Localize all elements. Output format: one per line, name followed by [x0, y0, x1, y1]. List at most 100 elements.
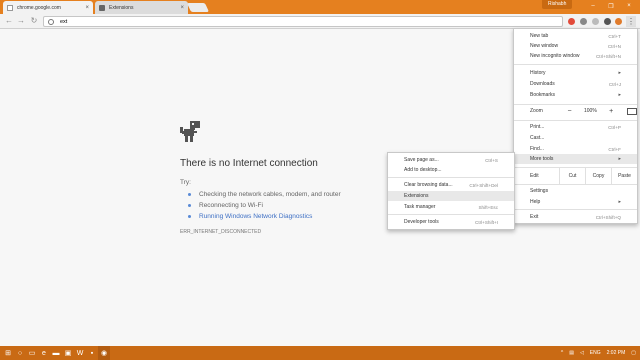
maximize-icon[interactable]: ❐ — [602, 0, 620, 12]
shortcut: Ctrl+Shift+Del — [469, 182, 498, 188]
store-icon[interactable]: ▣ — [62, 346, 74, 360]
menu-item-find[interactable]: Find... Ctrl+F — [514, 144, 637, 154]
extension-icon-orange[interactable] — [615, 18, 622, 25]
zoom-out-button[interactable]: − — [562, 108, 578, 115]
chrome-icon[interactable]: ◉ — [98, 346, 110, 360]
menu-item-downloads[interactable]: Downloads Ctrl+J — [514, 79, 637, 89]
edge-icon[interactable]: e — [38, 346, 50, 360]
close-icon[interactable]: × — [180, 5, 184, 11]
reload-icon[interactable]: ↻ — [29, 16, 39, 26]
menu-item-clear-browsing[interactable]: Clear browsing data... Ctrl+Shift+Del — [388, 180, 514, 190]
chevron-up-icon[interactable]: ^ — [561, 350, 563, 356]
menu-item-save-page[interactable]: Save page as... Ctrl+S — [388, 155, 514, 165]
network-icon[interactable]: ▤ — [569, 350, 574, 356]
network-diagnostics-link[interactable]: Running Windows Network Diagnostics — [199, 213, 312, 220]
menu-item-extensions[interactable]: Extensions — [388, 191, 514, 201]
menu-label: Bookmarks — [530, 92, 556, 98]
chevron-right-icon: ▸ — [618, 70, 621, 76]
search-icon — [48, 18, 54, 25]
menu-label: Developer tools — [404, 219, 439, 225]
divider — [514, 209, 637, 210]
more-tools-submenu: Save page as... Ctrl+S Add to desktop... … — [387, 152, 515, 230]
shortcut: Shift+Esc — [478, 204, 498, 210]
try-label: Try: — [180, 179, 191, 186]
zoom-row: Zoom − 100% + — [514, 104, 638, 118]
search-icon[interactable]: ○ — [14, 346, 26, 360]
list-item: Checking the network cables, modem, and … — [188, 189, 341, 200]
minimize-icon[interactable]: – — [584, 0, 602, 12]
shortcut: Ctrl+J — [608, 81, 621, 87]
dinosaur-icon — [180, 121, 200, 142]
menu-label: New window — [530, 43, 559, 49]
fullscreen-icon[interactable] — [627, 107, 638, 115]
divider — [514, 64, 637, 65]
menu-item-new-tab[interactable]: New tab Ctrl+T — [514, 31, 637, 41]
bullet-icon — [188, 215, 191, 218]
menu-item-new-window[interactable]: New window Ctrl+N — [514, 41, 637, 51]
menu-item-task-manager[interactable]: Task manager Shift+Esc — [388, 202, 514, 212]
menu-label: Settings — [530, 188, 549, 194]
tab-title: Extensions — [109, 4, 134, 11]
address-input[interactable] — [60, 18, 540, 25]
menu-item-history[interactable]: History ▸ — [514, 68, 637, 78]
windows-start-icon[interactable]: ⊞ — [2, 346, 14, 360]
shortcut: Ctrl+F — [608, 146, 621, 152]
app-icon[interactable]: ▪ — [86, 346, 98, 360]
language-indicator[interactable]: ENG — [590, 350, 601, 356]
notifications-icon[interactable]: ▢ — [631, 350, 636, 356]
extension-icon-red[interactable] — [568, 18, 575, 25]
tab-chrome-google[interactable]: chrome.google.com × — [3, 1, 93, 14]
divider — [388, 177, 514, 178]
copy-button[interactable]: Copy — [585, 168, 611, 184]
file-explorer-icon[interactable]: ▬ — [50, 346, 62, 360]
menu-label: More tools — [530, 156, 554, 162]
paste-button[interactable]: Paste — [611, 168, 637, 184]
zoom-in-button[interactable]: + — [603, 108, 619, 115]
menu-item-add-desktop[interactable]: Add to desktop... — [388, 165, 514, 175]
forward-icon[interactable]: → — [16, 16, 26, 26]
menu-item-print[interactable]: Print... Ctrl+P — [514, 122, 637, 132]
close-icon[interactable]: × — [85, 5, 89, 11]
page-icon — [7, 4, 13, 11]
extension-icon-dark[interactable] — [604, 18, 611, 25]
suggestion-list: Checking the network cables, modem, and … — [188, 189, 341, 222]
cut-button[interactable]: Cut — [559, 168, 585, 184]
tab-extensions[interactable]: Extensions × — [95, 1, 188, 14]
omnibox[interactable] — [43, 16, 563, 27]
new-tab-button[interactable] — [186, 3, 210, 12]
menu-item-settings[interactable]: Settings — [514, 186, 637, 196]
list-item: Reconnecting to Wi-Fi — [188, 200, 341, 211]
word-icon[interactable]: W — [74, 346, 86, 360]
shortcut: Ctrl+T — [608, 33, 621, 39]
menu-icon[interactable]: ⋮ — [626, 16, 636, 27]
profile-button[interactable]: Rishabh — [542, 0, 573, 9]
suggestion-text: Checking the network cables, modem, and … — [199, 191, 341, 198]
extension-icon-light[interactable] — [592, 18, 599, 25]
divider — [388, 214, 514, 215]
shortcut: Ctrl+Shift+N — [595, 53, 621, 59]
system-tray: ^ ▤ ◁ ENG 2:02 PM ▢ — [555, 346, 636, 360]
volume-icon[interactable]: ◁ — [580, 350, 584, 356]
menu-item-more-tools[interactable]: More tools ▸ — [514, 154, 637, 164]
menu-label: History — [530, 70, 546, 76]
zoom-label: Zoom — [530, 108, 543, 114]
clock[interactable]: 2:02 PM — [607, 350, 626, 356]
zoom-value: 100% — [583, 108, 597, 114]
menu-item-help[interactable]: Help ▸ — [514, 197, 637, 207]
menu-item-bookmarks[interactable]: Bookmarks ▸ — [514, 90, 637, 100]
menu-item-dev-tools[interactable]: Developer tools Ctrl+Shift+I — [388, 217, 514, 227]
menu-item-cast[interactable]: Cast... — [514, 133, 637, 143]
shortcut: Ctrl+N — [607, 43, 621, 49]
menu-item-new-incognito[interactable]: New incognito window Ctrl+Shift+N — [514, 51, 637, 61]
menu-item-exit[interactable]: Exit Ctrl+Shift+Q — [514, 212, 637, 222]
shortcut: Ctrl+P — [608, 124, 621, 130]
back-icon[interactable]: ← — [4, 16, 14, 26]
menu-label: Print... — [530, 124, 545, 130]
extension-icon-gray[interactable] — [580, 18, 587, 25]
close-window-icon[interactable]: × — [620, 0, 638, 12]
menu-label: Downloads — [530, 81, 555, 87]
toolbar: ← → ↻ ⋮ — [0, 14, 640, 29]
shortcut: Ctrl+Shift+Q — [595, 214, 621, 220]
task-view-icon[interactable]: ▭ — [26, 346, 38, 360]
puzzle-icon — [99, 4, 105, 11]
